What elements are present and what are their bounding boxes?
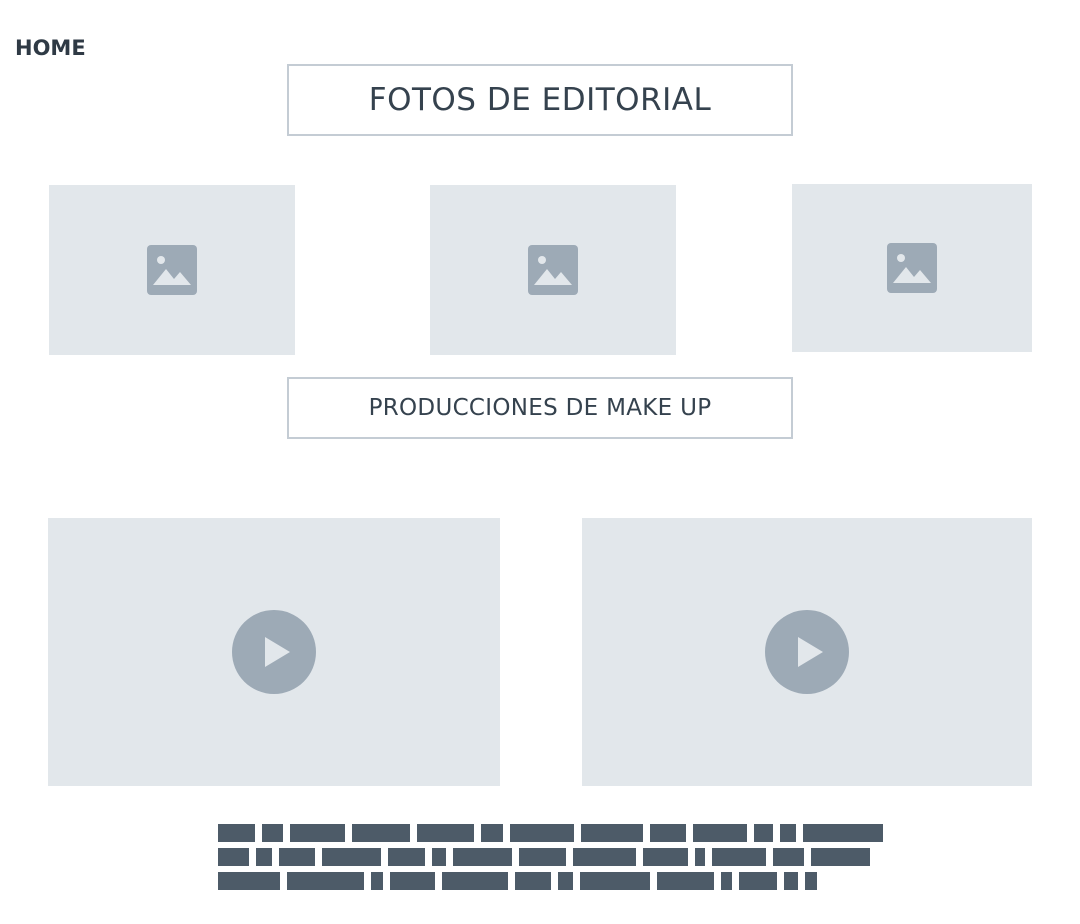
redacted-word [287,872,364,890]
image-icon [147,245,197,295]
redacted-word [442,872,508,890]
redacted-word [510,824,574,842]
editorial-photos-button[interactable]: FOTOS DE EDITORIAL [287,64,793,136]
redacted-word [417,824,474,842]
redacted-word [481,824,503,842]
redacted-word [256,848,272,866]
redacted-word [322,848,381,866]
redacted-word [811,848,870,866]
makeup-productions-button[interactable]: PRODUCCIONES DE MAKE UP [287,377,793,439]
redacted-word [657,872,714,890]
redacted-word [573,848,636,866]
redacted-word [650,824,686,842]
redacted-word [218,872,280,890]
redacted-word [371,872,383,890]
redacted-word [712,848,766,866]
makeup-video-2[interactable] [582,518,1032,786]
redacted-text-block [218,824,884,892]
redacted-word [580,872,650,890]
redacted-word [218,848,249,866]
redacted-word [803,824,883,842]
redacted-text-line [218,872,817,890]
redacted-word [432,848,446,866]
redacted-word [262,824,283,842]
redacted-word [773,848,804,866]
play-icon[interactable] [765,610,849,694]
redacted-word [805,872,817,890]
redacted-word [390,872,435,890]
editorial-photo-1[interactable] [49,185,295,355]
makeup-video-1[interactable] [48,518,500,786]
redacted-word [515,872,551,890]
image-icon [528,245,578,295]
redacted-word [695,848,705,866]
redacted-word [643,848,688,866]
redacted-word [739,872,777,890]
redacted-word [754,824,773,842]
editorial-photo-2[interactable] [430,185,676,355]
redacted-word [784,872,798,890]
redacted-word [581,824,643,842]
redacted-text-line [218,824,883,842]
redacted-word [218,824,255,842]
redacted-word [519,848,566,866]
play-icon[interactable] [232,610,316,694]
redacted-word [693,824,747,842]
redacted-word [780,824,796,842]
makeup-productions-label: PRODUCCIONES DE MAKE UP [368,395,712,421]
redacted-word [352,824,410,842]
redacted-word [290,824,345,842]
redacted-text-line [218,848,870,866]
redacted-word [721,872,732,890]
redacted-word [388,848,425,866]
redacted-word [453,848,512,866]
redacted-word [279,848,315,866]
editorial-photos-label: FOTOS DE EDITORIAL [368,82,712,118]
redacted-word [558,872,573,890]
home-link[interactable]: HOME [15,35,86,61]
editorial-photo-3[interactable] [792,184,1032,352]
image-icon [887,243,937,293]
